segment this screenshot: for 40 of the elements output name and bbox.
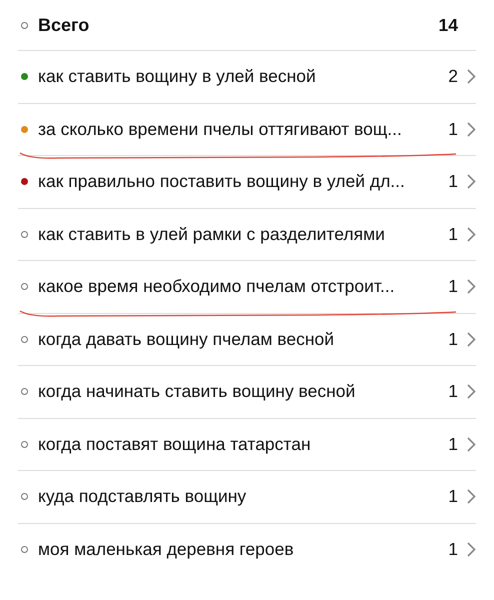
- query-count: 1: [448, 118, 458, 140]
- chevron-icon[interactable]: [467, 489, 476, 504]
- total-count: 14: [438, 14, 458, 36]
- chevron-icon[interactable]: [467, 122, 476, 137]
- chevron-icon[interactable]: [467, 69, 476, 84]
- query-text[interactable]: как ставить вощину в улей весной: [38, 66, 442, 88]
- hollow-dot: [21, 22, 28, 28]
- total-label: Всего: [38, 14, 90, 36]
- chevron-icon[interactable]: [467, 384, 476, 400]
- chevron-icon[interactable]: [467, 226, 476, 242]
- query-count: 1: [448, 171, 458, 192]
- hollow-dot: [21, 283, 28, 290]
- query-text[interactable]: куда подставлять вощину: [38, 486, 442, 508]
- hollow-dot: [21, 230, 28, 238]
- hollow-dot: [21, 493, 28, 500]
- chevron-icon[interactable]: [467, 279, 476, 294]
- query-count: 1: [448, 328, 458, 350]
- query-count: 2: [448, 66, 458, 88]
- chevron-icon[interactable]: [467, 542, 476, 557]
- query-count: 1: [448, 486, 458, 508]
- chevron-icon[interactable]: [467, 436, 476, 452]
- hollow-dot: [21, 440, 28, 448]
- query-count: 1: [448, 381, 458, 402]
- chevron-icon[interactable]: [467, 332, 476, 347]
- query-text[interactable]: когда давать вощину пчелам весной: [38, 328, 442, 350]
- query-count: 1: [448, 434, 458, 455]
- chevron-icon[interactable]: [467, 174, 476, 190]
- query-text[interactable]: за сколько времени пчелы оттягивают вощ...: [38, 118, 442, 140]
- query-text[interactable]: какое время необходимо пчелам отстроит...: [38, 276, 442, 298]
- query-text[interactable]: моя маленькая деревня героев: [38, 538, 442, 560]
- query-text[interactable]: когда начинать ставить вощину весной: [38, 381, 442, 402]
- hollow-dot: [21, 388, 28, 396]
- hollow-dot: [21, 546, 28, 553]
- query-text[interactable]: как ставить в улей рамки с разделителями: [38, 224, 442, 245]
- query-count: 1: [448, 276, 458, 298]
- query-count: 1: [448, 538, 458, 560]
- query-count: 1: [448, 224, 458, 245]
- hollow-dot: [21, 336, 28, 343]
- query-text[interactable]: как правильно поставить вощину в улей дл...: [38, 171, 442, 192]
- query-text[interactable]: когда поставят вощина татарстан: [38, 434, 442, 455]
